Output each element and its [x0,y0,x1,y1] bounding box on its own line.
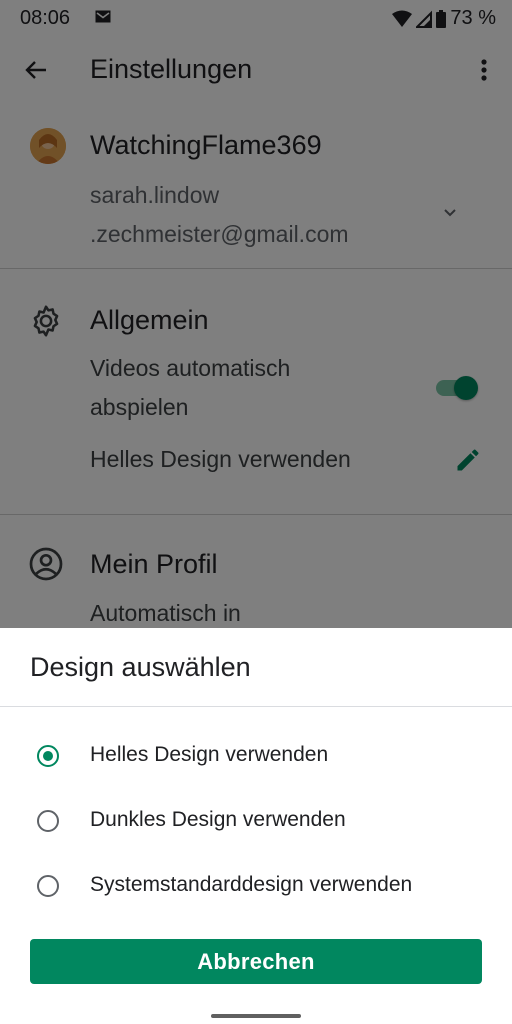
dialog-scrim[interactable] [0,0,512,628]
settings-screen: 08:06 73 % Einstellungen [0,0,512,1024]
option-light-design[interactable]: Helles Design verwenden [0,728,512,788]
design-bottom-sheet: Design auswählen Helles Design verwenden… [0,628,512,1024]
radio-unselected[interactable] [37,875,59,897]
option-label: Dunkles Design verwenden [90,808,346,831]
gesture-nav-handle[interactable] [211,1014,301,1018]
radio-unselected[interactable] [37,810,59,832]
option-label: Systemstandarddesign verwenden [90,873,413,896]
option-label: Helles Design verwenden [90,743,329,766]
radio-selected[interactable] [37,745,59,767]
sheet-divider [0,706,512,707]
option-system-design[interactable]: Systemstandarddesign verwenden [0,858,512,918]
option-dark-design[interactable]: Dunkles Design verwenden [0,793,512,853]
sheet-title: Design auswählen [30,652,251,682]
cancel-button[interactable]: Abbrechen [30,939,482,984]
